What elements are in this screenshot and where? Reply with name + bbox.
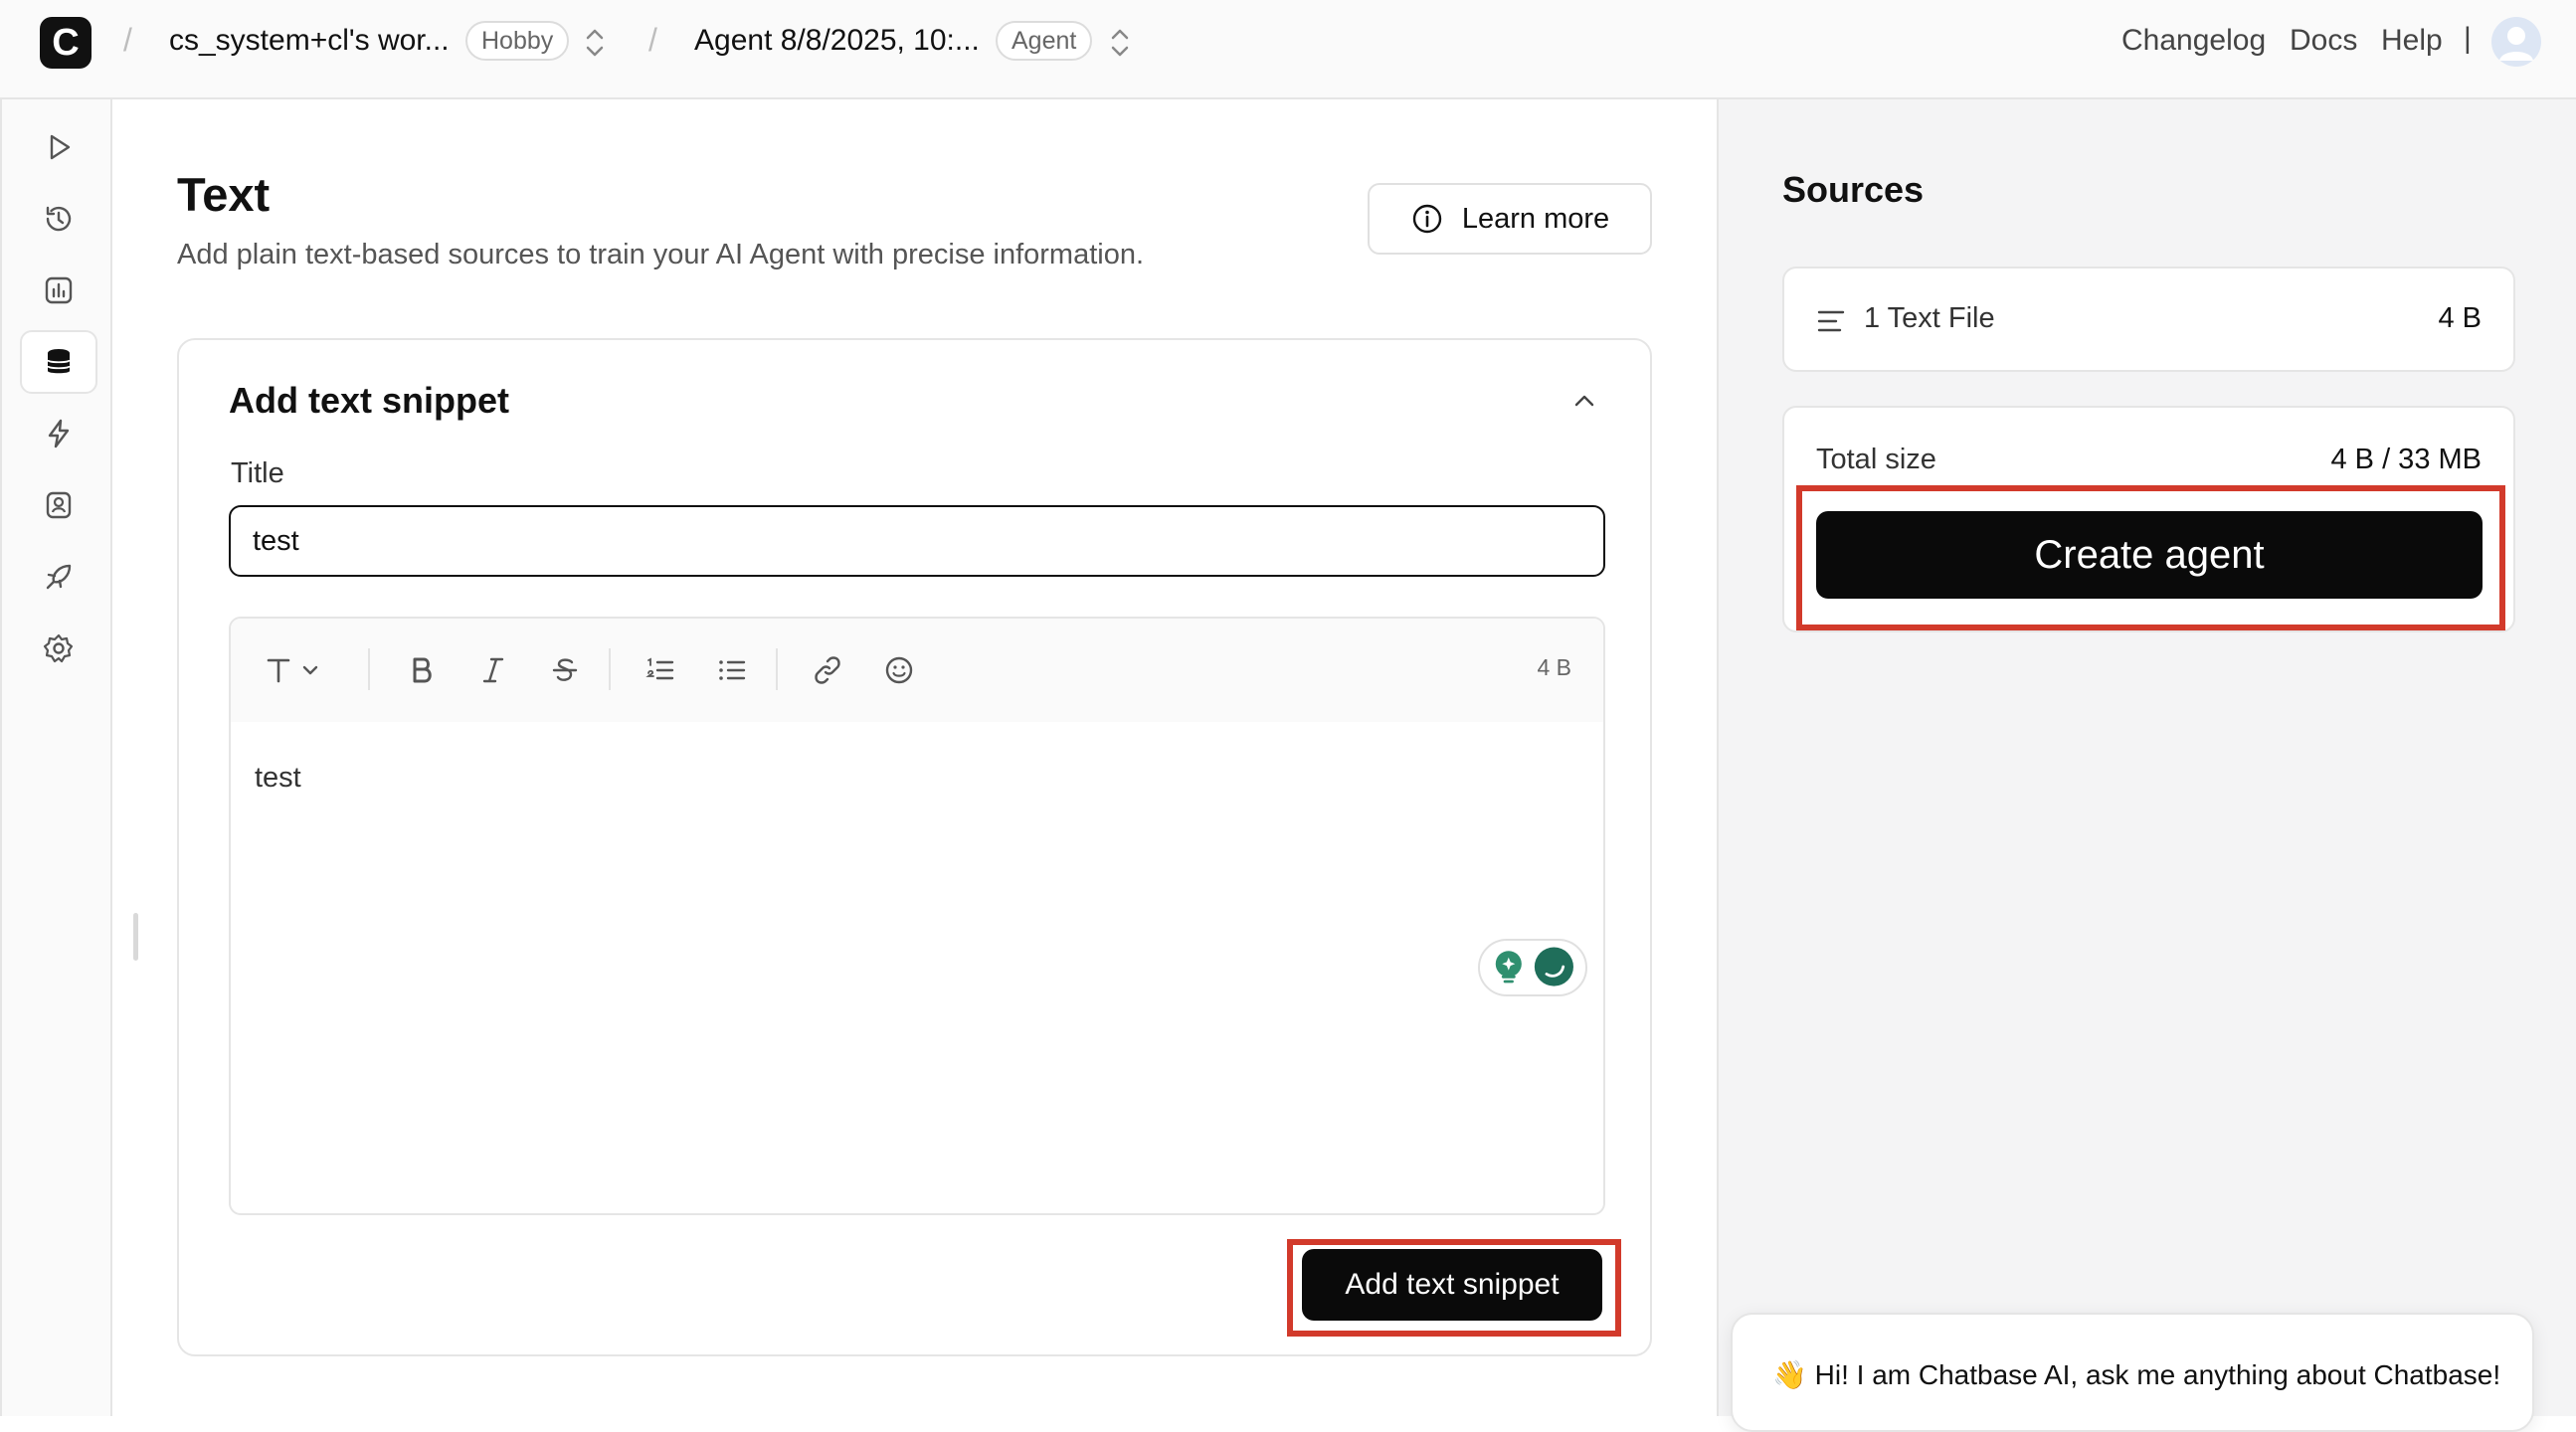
content-size: 4 B [1537,654,1571,680]
link-button[interactable] [808,650,847,690]
create-agent-button[interactable]: Create agent [1816,511,2483,599]
chevron-up-icon[interactable] [1571,388,1597,414]
sidebar-item-contacts[interactable] [20,473,97,537]
help-link[interactable]: Help [2381,24,2443,58]
sidebar-item-deploy[interactable] [20,545,97,609]
rocket-icon [46,564,72,590]
italic-icon [482,657,504,683]
learn-more-label: Learn more [1461,202,1610,235]
text-file-summary: 1 Text File 4 B [1782,267,2515,372]
text-style-icon [267,658,318,683]
play-icon [50,134,71,160]
bullet-list-icon [719,660,746,680]
chatbase-logo[interactable]: C [40,17,92,69]
bolt-icon [48,419,70,448]
text-editor: 4 B test [229,617,1605,1215]
agent-name[interactable]: Agent 8/8/2025, 10:... [694,24,980,58]
snippet-heading: Add text snippet [229,380,510,421]
topbar-divider: | [2464,22,2472,55]
page-subtitle: Add plain text-based sources to train yo… [177,239,1145,270]
total-size-label: Total size [1816,444,1936,475]
ordered-list-icon [645,657,674,680]
sidebar-item-activity[interactable] [20,187,97,251]
agent-badge: Agent [996,21,1093,61]
assistant-icon [1495,947,1573,986]
italic-button[interactable] [473,650,513,690]
history-icon [46,206,72,232]
chat-greeting-text: 👋 Hi! I am Chatbase AI, ask me anything … [1772,1359,2501,1390]
editor-content[interactable]: test [255,762,301,795]
text-snippet-card: Add text snippet Title test 4 B test [177,338,1652,1356]
user-avatar[interactable] [2491,17,2541,67]
chat-greeting-popup[interactable]: 👋 Hi! I am Chatbase AI, ask me anything … [1731,1313,2534,1432]
workspace-name[interactable]: cs_system+cl's wor... [169,24,450,58]
text-lines-icon [1817,310,1845,332]
user-avatar-icon [2499,27,2533,61]
database-icon [47,349,71,374]
changelog-link[interactable]: Changelog [2121,24,2266,58]
workspace-switcher-icon[interactable] [583,26,607,60]
link-icon [815,656,840,684]
agent-switcher-icon[interactable] [1108,26,1132,60]
info-icon [1412,204,1442,234]
ordered-list-button[interactable] [641,650,680,690]
sources-title: Sources [1782,169,1925,210]
strikethrough-button[interactable] [545,650,585,690]
resize-handle[interactable] [133,913,138,961]
sidebar-item-settings[interactable] [20,617,97,680]
chart-icon [45,276,73,304]
breadcrumb-separator: / [123,22,132,58]
sidebar-item-playground[interactable] [20,115,97,179]
emoji-icon [885,656,913,684]
text-file-size: 4 B [2438,302,2482,334]
docs-link[interactable]: Docs [2290,24,2357,58]
total-size-value: 4 B / 33 MB [2330,444,2482,475]
bold-button[interactable] [402,650,442,690]
text-style-dropdown[interactable] [261,650,328,690]
learn-more-button[interactable]: Learn more [1368,183,1652,255]
bold-icon [413,657,432,683]
page-title: Text [177,168,271,221]
sidebar-item-actions[interactable] [20,402,97,465]
sidebar-item-sources[interactable] [20,330,97,394]
editor-toolbar: 4 B [231,619,1603,722]
add-text-snippet-button[interactable]: Add text snippet [1302,1249,1602,1321]
side-navigation [0,99,112,1416]
strikethrough-icon [552,658,578,681]
title-field-label: Title [231,457,284,489]
breadcrumb-separator: / [648,22,657,58]
writing-assistant-widget[interactable] [1478,939,1587,996]
logo-letter: C [52,22,80,64]
workspace-plan-badge: Hobby [465,21,570,61]
emoji-button[interactable] [879,650,919,690]
bullet-list-button[interactable] [712,650,752,690]
title-input[interactable] [229,505,1605,577]
text-file-label: 1 Text File [1864,302,1995,334]
sidebar-item-analytics[interactable] [20,259,97,322]
top-bar: C / cs_system+cl's wor... Hobby / Agent … [0,0,2576,99]
gear-icon [43,633,74,663]
contact-icon [46,491,72,519]
